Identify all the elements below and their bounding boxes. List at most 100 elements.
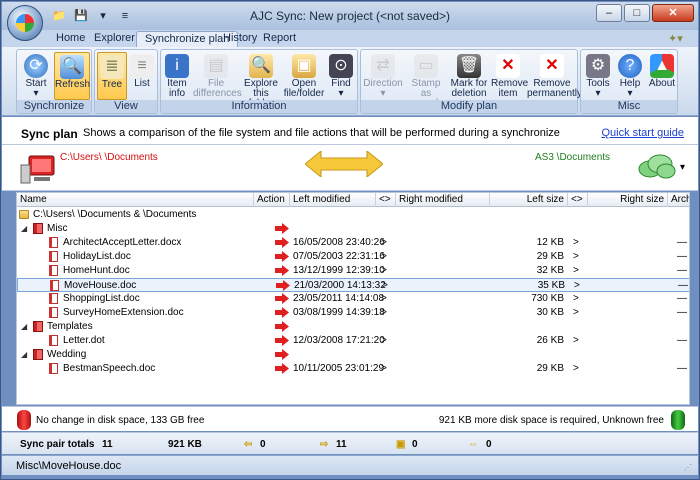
compare-cell: > bbox=[573, 335, 579, 346]
right-folder-dropdown-icon[interactable]: ▾ bbox=[680, 162, 685, 173]
compare-cell: > bbox=[381, 335, 387, 346]
item-info-button[interactable]: i Item info bbox=[163, 52, 191, 100]
binoculars-icon: ⊙ bbox=[329, 54, 353, 78]
table-row[interactable]: ArchitectAcceptLetter.docx 16/05/2008 23:… bbox=[17, 236, 689, 250]
status-text: Misc\MoveHouse.doc bbox=[16, 460, 122, 472]
folder-icon bbox=[19, 210, 29, 219]
column-arch[interactable]: Arch bbox=[668, 193, 689, 207]
copy-right-arrow-icon[interactable] bbox=[275, 321, 289, 332]
compare-cell: > bbox=[381, 251, 387, 262]
document-icon bbox=[49, 237, 58, 248]
column-name[interactable]: Name bbox=[17, 193, 254, 207]
tree-view-button[interactable]: ≣ Tree bbox=[97, 52, 127, 100]
column-right-size[interactable]: Right size bbox=[588, 193, 668, 207]
table-row[interactable]: MoveHouse.doc 21/03/2000 14:13:32 >35 KB > — bbox=[17, 278, 689, 292]
close-button[interactable]: ✕ bbox=[652, 4, 694, 22]
table-row[interactable]: HomeHunt.doc 13/12/1999 12:39:10 >32 KB > — bbox=[17, 264, 689, 278]
gear-icon: ⚙ bbox=[586, 54, 610, 78]
root-row[interactable]: C:\Users\ \Documents & \Documents bbox=[17, 208, 689, 222]
copy-right-arrow-icon[interactable] bbox=[276, 280, 290, 291]
copy-right-arrow-icon[interactable] bbox=[275, 349, 289, 360]
mark-deletion-button[interactable]: 🗑 Mark for deletion bbox=[449, 52, 489, 100]
maximize-button[interactable]: □ bbox=[624, 4, 650, 22]
about-button[interactable]: ▲ About bbox=[647, 52, 677, 100]
table-row[interactable]: HolidayList.doc 07/05/2003 22:31:16 >29 KB… bbox=[17, 250, 689, 264]
start-button[interactable]: ⟳ Start ▾ bbox=[20, 52, 52, 100]
info-icon: i bbox=[165, 54, 189, 78]
remove-item-button[interactable]: ✕ Remove item bbox=[491, 52, 528, 100]
direction-button[interactable]: ⇄ Direction ▾ bbox=[363, 52, 403, 100]
left-modified-cell: 10/11/2005 23:01:29 bbox=[293, 363, 385, 374]
arch-cell: — bbox=[677, 363, 687, 374]
right-folder-path[interactable]: AS3 \Documents bbox=[535, 152, 610, 163]
left-size-cell: 32 KB bbox=[536, 265, 564, 276]
expand-collapse-icon[interactable]: ◢ bbox=[21, 222, 27, 236]
table-row[interactable]: BestmanSpeech.doc 10/11/2005 23:01:29 >29 … bbox=[17, 362, 689, 376]
table-row[interactable]: ShoppingList.doc 23/05/2011 14:14:08 >730 … bbox=[17, 292, 689, 306]
compare-cell: > bbox=[382, 280, 388, 291]
find-button[interactable]: ⊙ Find ▾ bbox=[327, 52, 355, 100]
copy-right-arrow-icon[interactable] bbox=[275, 363, 289, 374]
arch-cell: — bbox=[678, 280, 688, 291]
explore-folder-button[interactable]: 🔍 Explorethis folder bbox=[241, 52, 281, 109]
item-name: Misc bbox=[47, 223, 68, 234]
ribbon-options-icon[interactable]: ✦▾ bbox=[668, 32, 688, 45]
expand-collapse-icon[interactable]: ◢ bbox=[21, 320, 27, 334]
compare-cell: > bbox=[573, 237, 579, 248]
totals-copy-left: 0 bbox=[260, 439, 266, 450]
group-view: ≣ Tree ≡ List View bbox=[94, 49, 158, 114]
table-row[interactable]: Letter.dot 12/03/2008 17:21:20 >26 KB > — bbox=[17, 334, 689, 348]
application-menu-button[interactable] bbox=[7, 5, 43, 41]
item-name: HomeHunt.doc bbox=[63, 265, 130, 276]
folder-row[interactable]: ◢ Wedding bbox=[17, 348, 689, 362]
ribbon-tabs: Home Explorer Synchronize plan History R… bbox=[2, 30, 698, 47]
remove-permanently-button[interactable]: ✕ Remove permanently bbox=[527, 52, 582, 100]
refresh-button[interactable]: 🔍 Refresh bbox=[54, 52, 90, 100]
copy-right-arrow-icon[interactable] bbox=[275, 293, 289, 304]
list-view-button[interactable]: ≡ List bbox=[128, 52, 156, 100]
sync-plan-header: Sync plan Shows a comparison of the file… bbox=[2, 117, 698, 145]
copy-right-arrow-icon[interactable] bbox=[275, 237, 289, 248]
expand-collapse-icon[interactable]: ◢ bbox=[21, 348, 27, 362]
help-button[interactable]: ? Help ▾ bbox=[615, 52, 645, 100]
column-left-size[interactable]: Left size bbox=[490, 193, 568, 207]
left-modified-cell: 21/03/2000 14:13:32 bbox=[294, 280, 386, 291]
stamp-equal-button[interactable]: ▭ Stamp asequal bbox=[405, 52, 447, 109]
tab-explorer[interactable]: Explorer bbox=[86, 31, 143, 47]
file-differences-button[interactable]: ▤ File differences bbox=[193, 52, 242, 100]
column-compare-sizes[interactable]: <> bbox=[568, 193, 588, 207]
open-file-folder-button[interactable]: ▣ Open file/folder bbox=[283, 52, 325, 100]
copy-right-arrow-icon[interactable] bbox=[275, 223, 289, 234]
item-name: ShoppingList.doc bbox=[63, 293, 140, 304]
group-label-modify-plan: Modify plan bbox=[361, 100, 577, 113]
minimize-button[interactable]: – bbox=[596, 4, 622, 22]
folder-row[interactable]: ◢ Misc bbox=[17, 222, 689, 236]
arch-cell: — bbox=[677, 237, 687, 248]
column-right-modified[interactable]: Right modified bbox=[396, 193, 490, 207]
group-misc: ⚙ Tools ▾ ? Help ▾ ▲ About Misc bbox=[580, 49, 678, 114]
folder-row[interactable]: ◢ Templates bbox=[17, 320, 689, 334]
document-icon bbox=[49, 293, 58, 304]
computer-icon bbox=[20, 155, 55, 184]
explore-folder-icon: 🔍 bbox=[249, 54, 273, 78]
refresh-icon: 🔍 bbox=[60, 55, 84, 79]
copy-right-arrow-icon[interactable] bbox=[275, 265, 289, 276]
direction-icon: ⇄ bbox=[371, 54, 395, 78]
copy-right-arrow-icon[interactable] bbox=[275, 251, 289, 262]
quick-start-guide-link[interactable]: Quick start guide bbox=[601, 127, 684, 139]
sync-direction-arrow-icon[interactable] bbox=[305, 151, 383, 177]
tab-report[interactable]: Report bbox=[255, 31, 304, 47]
column-compare-dates[interactable]: <> bbox=[376, 193, 396, 207]
sync-plan-title: Sync plan bbox=[21, 127, 78, 141]
left-folder-path[interactable]: C:\Users\ \Documents bbox=[60, 152, 158, 163]
table-row[interactable]: SurveyHomeExtension.doc 03/08/1999 14:39:… bbox=[17, 306, 689, 320]
tools-button[interactable]: ⚙ Tools ▾ bbox=[583, 52, 613, 100]
disk-space-bar: No change in disk space, 133 GB free 921… bbox=[2, 406, 698, 431]
resize-grip-icon[interactable]: ⋰ bbox=[684, 463, 694, 473]
status-bar: Misc\MoveHouse.doc ⋰ bbox=[2, 455, 698, 475]
remove-item-icon: ✕ bbox=[496, 54, 520, 78]
column-action[interactable]: Action bbox=[254, 193, 290, 207]
copy-right-arrow-icon[interactable] bbox=[275, 307, 289, 318]
copy-right-arrow-icon[interactable] bbox=[275, 335, 289, 346]
column-left-modified[interactable]: Left modified bbox=[290, 193, 376, 207]
